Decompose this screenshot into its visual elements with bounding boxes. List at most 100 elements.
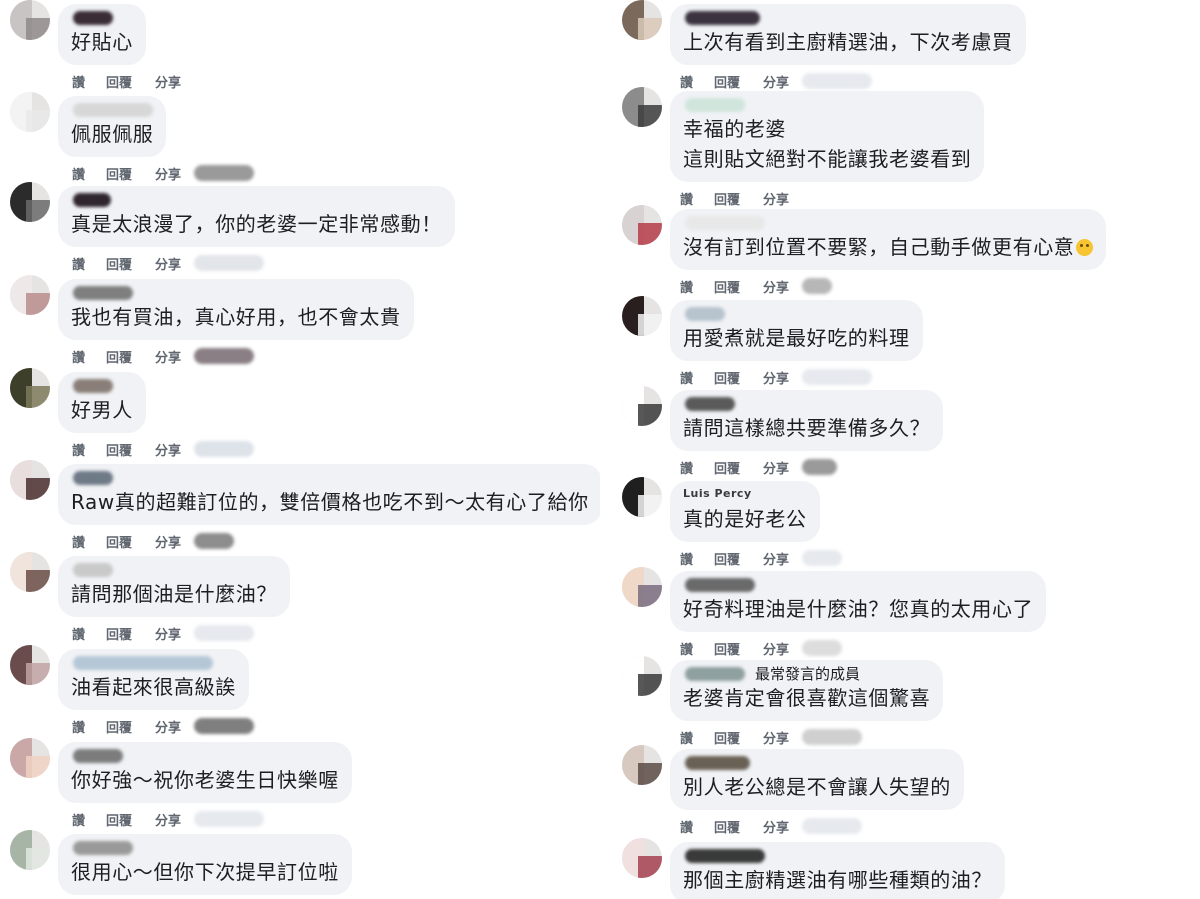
comment-item: 請問那個油是什麼油？ 讚 回覆 分享: [0, 552, 600, 644]
avatar[interactable]: [10, 645, 50, 685]
author-name[interactable]: [683, 9, 1013, 27]
author-name[interactable]: [683, 395, 930, 413]
like-button[interactable]: 讚: [680, 368, 693, 387]
avatar[interactable]: [10, 830, 50, 870]
reply-button[interactable]: 回覆: [106, 72, 132, 91]
like-button[interactable]: 讚: [72, 810, 85, 829]
avatar[interactable]: [622, 296, 662, 336]
like-button[interactable]: 讚: [72, 440, 85, 459]
reply-button[interactable]: 回覆: [106, 717, 132, 736]
timestamp-redacted: [194, 255, 264, 271]
avatar[interactable]: [10, 182, 50, 222]
like-button[interactable]: 讚: [72, 624, 85, 643]
avatar[interactable]: [622, 205, 662, 245]
avatar[interactable]: [10, 0, 50, 40]
like-button[interactable]: 讚: [680, 277, 693, 296]
avatar[interactable]: [622, 567, 662, 607]
share-button[interactable]: 分享: [155, 440, 181, 459]
author-name[interactable]: [683, 847, 992, 865]
share-button[interactable]: 分享: [155, 717, 181, 736]
reply-button[interactable]: 回覆: [714, 458, 740, 477]
like-button[interactable]: 讚: [72, 717, 85, 736]
avatar-photo-detail: [26, 663, 50, 685]
share-button[interactable]: 分享: [155, 624, 181, 643]
author-name[interactable]: [683, 214, 1093, 232]
like-button[interactable]: 讚: [72, 532, 85, 551]
reply-button[interactable]: 回覆: [106, 164, 132, 183]
share-button[interactable]: 分享: [155, 72, 181, 91]
share-button[interactable]: 分享: [155, 254, 181, 273]
comment-text: 好貼心: [71, 30, 133, 54]
share-button[interactable]: 分享: [155, 810, 181, 829]
reply-button[interactable]: 回覆: [106, 624, 132, 643]
author-name[interactable]: [683, 754, 951, 772]
avatar[interactable]: [10, 460, 50, 500]
share-button[interactable]: 分享: [763, 277, 789, 296]
avatar[interactable]: [622, 838, 662, 878]
share-button[interactable]: 分享: [763, 549, 789, 568]
comment-text: 真的是好老公: [683, 507, 807, 531]
like-button[interactable]: 讚: [72, 72, 85, 91]
author-name[interactable]: [683, 96, 971, 114]
share-button[interactable]: 分享: [763, 458, 789, 477]
author-name[interactable]: 最常發言的成員: [683, 665, 930, 683]
author-name[interactable]: [71, 469, 589, 487]
author-name[interactable]: [683, 305, 910, 323]
avatar[interactable]: [622, 87, 662, 127]
author-name[interactable]: [71, 377, 133, 395]
timestamp-redacted: [194, 718, 254, 734]
author-name[interactable]: [71, 839, 339, 857]
reply-button[interactable]: 回覆: [106, 532, 132, 551]
avatar[interactable]: [622, 656, 662, 696]
comment-text: 老婆肯定會很喜歡這個驚喜: [683, 686, 931, 710]
timestamp-redacted: [802, 640, 842, 656]
share-button[interactable]: 分享: [155, 164, 181, 183]
author-name-redacted: [73, 379, 113, 393]
author-name-text[interactable]: Luis Percy: [683, 487, 752, 500]
like-button[interactable]: 讚: [680, 817, 693, 836]
author-name-redacted: [73, 11, 113, 25]
avatar[interactable]: [622, 0, 662, 40]
author-name[interactable]: [683, 576, 1033, 594]
comment-item: 很用心～但你下次提早訂位啦讚回覆分享: [0, 830, 600, 899]
avatar[interactable]: [622, 745, 662, 785]
share-button[interactable]: 分享: [155, 532, 181, 551]
like-button[interactable]: 讚: [72, 254, 85, 273]
avatar[interactable]: [622, 386, 662, 426]
like-button[interactable]: 讚: [680, 458, 693, 477]
avatar[interactable]: [10, 368, 50, 408]
reply-button[interactable]: 回覆: [106, 254, 132, 273]
avatar[interactable]: [10, 552, 50, 592]
avatar[interactable]: [622, 477, 662, 517]
avatar[interactable]: [10, 92, 50, 132]
comment-text: 沒有訂到位置不要緊，自己動手做更有心意: [683, 235, 1075, 259]
comment-column-left: 好貼心讚回覆 分享 佩服佩服讚回覆 分享 真是太浪漫了，你的老婆一定非常感動！讚回覆 分享…: [0, 0, 600, 899]
reply-button[interactable]: 回覆: [106, 347, 132, 366]
reply-button[interactable]: 回覆: [714, 549, 740, 568]
like-button[interactable]: 讚: [72, 164, 85, 183]
author-name[interactable]: [71, 747, 339, 765]
reply-button[interactable]: 回覆: [714, 368, 740, 387]
author-name[interactable]: [71, 9, 133, 27]
reply-button[interactable]: 回覆: [714, 277, 740, 296]
comment-item: Raw真的超難訂位的，雙倍價格也吃不到～太有心了給你讚 回覆 分享: [0, 460, 600, 552]
reply-button[interactable]: 回覆: [106, 440, 132, 459]
share-button[interactable]: 分享: [155, 347, 181, 366]
comment-text: 好奇料理油是什麼油？您真的太用心了: [683, 597, 1034, 621]
share-button[interactable]: 分享: [763, 817, 789, 836]
author-name[interactable]: [71, 561, 277, 579]
author-name-redacted: [73, 193, 111, 207]
like-button[interactable]: 讚: [72, 347, 85, 366]
author-name[interactable]: [71, 654, 236, 672]
like-button[interactable]: 讚: [680, 549, 693, 568]
avatar[interactable]: [10, 738, 50, 778]
avatar[interactable]: [10, 275, 50, 315]
share-button[interactable]: 分享: [763, 368, 789, 387]
author-name-redacted: [73, 471, 113, 485]
author-name[interactable]: Luis Percy: [683, 486, 807, 504]
author-name[interactable]: [71, 101, 153, 119]
author-name[interactable]: [71, 284, 401, 302]
reply-button[interactable]: 回覆: [106, 810, 132, 829]
author-name[interactable]: [71, 191, 442, 209]
reply-button[interactable]: 回覆: [714, 817, 740, 836]
